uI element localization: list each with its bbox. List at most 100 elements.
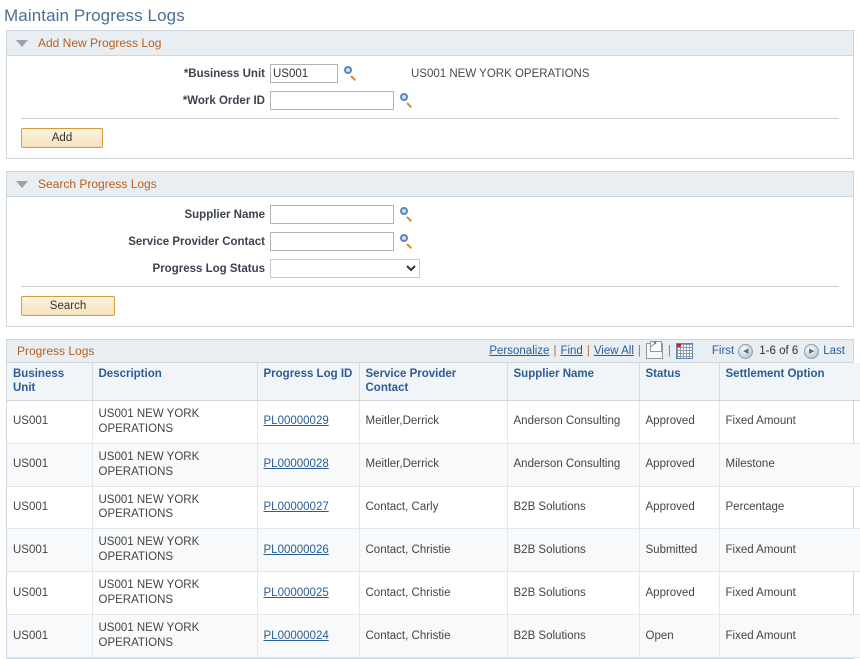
page-title: Maintain Progress Logs [0, 0, 860, 30]
search-button[interactable]: Search [21, 296, 115, 316]
column-header-supplier-name[interactable]: Supplier Name [507, 363, 639, 400]
progress-logs-grid: Progress Logs Personalize | Find | View … [6, 339, 854, 659]
cell-service-provider-contact: Contact, Christie [359, 529, 507, 572]
cell-settlement-option: Fixed Amount [719, 572, 860, 615]
add-button-wrap: Add [7, 119, 853, 158]
cell-status: Approved [639, 400, 719, 443]
search-section-header[interactable]: Search Progress Logs [7, 172, 853, 197]
cell-supplier-name: B2B Solutions [507, 572, 639, 615]
search-section-body: Supplier Name Service Provider Contact P… [7, 197, 853, 326]
table-row: US001US001 NEW YORK OPERATIONSPL00000028… [7, 443, 860, 486]
supplier-name-input[interactable] [270, 205, 394, 224]
business-unit-label: *Business Unit [7, 68, 270, 80]
service-provider-contact-input[interactable] [270, 232, 394, 251]
work-order-id-row: *Work Order ID [7, 91, 853, 110]
personalize-link[interactable]: Personalize [489, 345, 549, 357]
column-header-description[interactable]: Description [92, 363, 257, 400]
work-order-id-magnifier-icon[interactable] [399, 93, 415, 108]
grid-header-bar: Progress Logs Personalize | Find | View … [7, 340, 853, 363]
prev-arrow-icon[interactable]: ◀ [738, 344, 753, 359]
progress-log-id-link[interactable]: PL00000025 [264, 587, 329, 599]
expand-window-icon[interactable] [646, 343, 663, 359]
cell-progress-log-id[interactable]: PL00000026 [257, 529, 359, 572]
business-unit-row: *Business Unit US001 NEW YORK OPERATIONS [7, 64, 853, 83]
progress-log-id-link[interactable]: PL00000029 [264, 415, 329, 427]
cell-business-unit: US001 [7, 615, 92, 658]
next-arrow-icon[interactable]: ▶ [804, 344, 819, 359]
progress-log-status-row: Progress Log Status OpenSubmittedApprove… [7, 259, 853, 278]
column-header-status[interactable]: Status [639, 363, 719, 400]
column-header-progress-log-id[interactable]: Progress Log ID [257, 363, 359, 400]
cell-settlement-option: Percentage [719, 486, 860, 529]
cell-service-provider-contact: Contact, Christie [359, 572, 507, 615]
business-unit-magnifier-icon[interactable] [343, 66, 359, 81]
progress-log-status-label: Progress Log Status [7, 263, 270, 275]
pager-last-link[interactable]: Last [823, 345, 845, 357]
pager-first-link[interactable]: First [712, 345, 734, 357]
table-row: US001US001 NEW YORK OPERATIONSPL00000027… [7, 486, 860, 529]
add-button[interactable]: Add [21, 128, 103, 148]
cell-description: US001 NEW YORK OPERATIONS [92, 486, 257, 529]
cell-service-provider-contact: Contact, Carly [359, 486, 507, 529]
table-head: Business Unit Description Progress Log I… [7, 363, 860, 400]
view-all-link[interactable]: View All [594, 345, 634, 357]
cell-progress-log-id[interactable]: PL00000025 [257, 572, 359, 615]
cell-progress-log-id[interactable]: PL00000027 [257, 486, 359, 529]
progress-log-id-link[interactable]: PL00000027 [264, 501, 329, 513]
cell-settlement-option: Milestone [719, 443, 860, 486]
triangle-down-icon[interactable] [16, 181, 28, 188]
supplier-name-row: Supplier Name [7, 205, 853, 224]
add-section-body: *Business Unit US001 NEW YORK OPERATIONS… [7, 56, 853, 158]
progress-log-id-link[interactable]: PL00000028 [264, 458, 329, 470]
search-progress-logs-section: Search Progress Logs Supplier Name Servi… [6, 171, 854, 327]
cell-description: US001 NEW YORK OPERATIONS [92, 400, 257, 443]
cell-supplier-name: Anderson Consulting [507, 443, 639, 486]
cell-settlement-option: Fixed Amount [719, 400, 860, 443]
cell-progress-log-id[interactable]: PL00000024 [257, 615, 359, 658]
cell-description: US001 NEW YORK OPERATIONS [92, 572, 257, 615]
work-order-id-input[interactable] [270, 91, 394, 110]
progress-log-id-link[interactable]: PL00000024 [264, 630, 329, 642]
column-header-settlement-option[interactable]: Settlement Option [719, 363, 860, 400]
toolbar-separator: | [638, 345, 641, 357]
supplier-name-label: Supplier Name [7, 209, 270, 221]
column-header-business-unit[interactable]: Business Unit [7, 363, 92, 400]
cell-service-provider-contact: Contact, Christie [359, 615, 507, 658]
business-unit-input[interactable] [270, 64, 338, 83]
download-spreadsheet-icon[interactable] [676, 343, 693, 359]
cell-status: Approved [639, 486, 719, 529]
progress-log-status-select[interactable]: OpenSubmittedApprovedDeniedClosed [270, 259, 420, 278]
business-unit-description: US001 NEW YORK OPERATIONS [411, 68, 590, 80]
cell-description: US001 NEW YORK OPERATIONS [92, 615, 257, 658]
table-row: US001US001 NEW YORK OPERATIONS PL00000025… [7, 572, 860, 615]
progress-logs-table: Business Unit Description Progress Log I… [7, 363, 860, 658]
cell-description: US001 NEW YORK OPERATIONS [92, 529, 257, 572]
add-new-progress-log-section: Add New Progress Log *Business Unit US00… [6, 30, 854, 159]
cell-progress-log-id[interactable]: PL00000028 [257, 443, 359, 486]
cell-progress-log-id[interactable]: PL00000029 [257, 400, 359, 443]
cell-status: Submitted [639, 529, 719, 572]
cell-status: Open [639, 615, 719, 658]
cell-supplier-name: B2B Solutions [507, 615, 639, 658]
progress-log-id-link[interactable]: PL00000026 [264, 544, 329, 556]
toolbar-separator: | [668, 345, 671, 357]
service-provider-contact-magnifier-icon[interactable] [399, 234, 415, 249]
search-section-title: Search Progress Logs [38, 177, 157, 191]
service-provider-contact-row: Service Provider Contact [7, 232, 853, 251]
grid-toolbar: Personalize | Find | View All | | First … [489, 343, 845, 359]
cell-business-unit: US001 [7, 572, 92, 615]
table-header-row: Business Unit Description Progress Log I… [7, 363, 860, 400]
cell-service-provider-contact: Meitler,Derrick [359, 443, 507, 486]
cell-business-unit: US001 [7, 443, 92, 486]
add-section-header[interactable]: Add New Progress Log [7, 31, 853, 56]
table-row: US001US001 NEW YORK OPERATIONS PL00000024… [7, 615, 860, 658]
find-link[interactable]: Find [560, 345, 582, 357]
grid-title: Progress Logs [17, 344, 94, 358]
add-section-title: Add New Progress Log [38, 36, 161, 50]
column-header-service-provider-contact[interactable]: Service Provider Contact [359, 363, 507, 400]
cell-settlement-option: Fixed Amount [719, 615, 860, 658]
toolbar-separator: | [553, 345, 556, 357]
triangle-down-icon[interactable] [16, 40, 28, 47]
toolbar-separator: | [587, 345, 590, 357]
supplier-name-magnifier-icon[interactable] [399, 207, 415, 222]
